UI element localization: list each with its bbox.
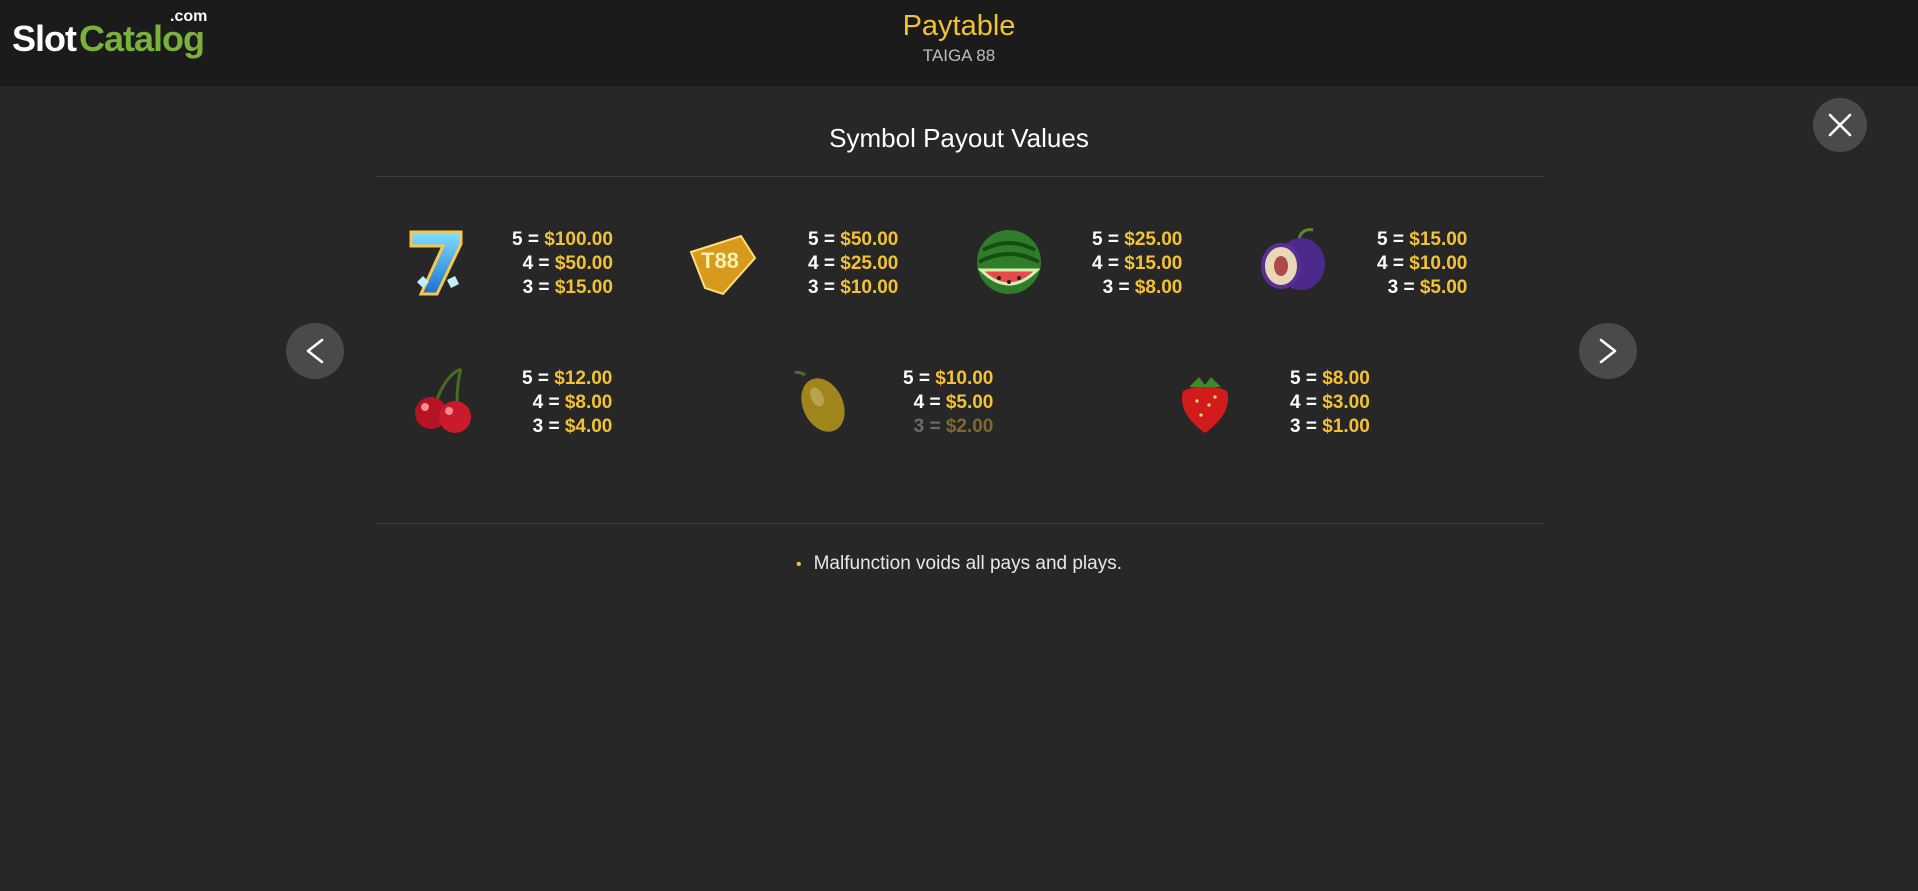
section-title: Symbol Payout Values <box>829 123 1089 153</box>
watermelon-icon <box>977 230 1041 294</box>
payout-line: 5 = $100.00 <box>512 229 613 250</box>
payout-line: 5 = $25.00 <box>1092 229 1183 250</box>
payout-line: 3 = $10.00 <box>808 277 899 298</box>
payout-line: 3 = $2.00 <box>913 416 994 437</box>
chevron-right-icon <box>1599 338 1617 364</box>
prev-page-button[interactable] <box>286 323 344 379</box>
rules-note: • Malfunction voids all pays and plays. <box>0 553 1918 575</box>
seven-icon <box>409 230 463 296</box>
payout-list: 5 = $25.00 4 = $15.00 3 = $8.00 <box>1092 228 1182 300</box>
payout-line: 4 = $15.00 <box>1092 253 1183 274</box>
symbol-gold-88: T88 5 = $50.00 4 = $25.00 3 = $10.00 <box>683 217 903 307</box>
payout-line: 4 = $50.00 <box>522 253 613 274</box>
payout-line: 5 = $8.00 <box>1290 368 1370 389</box>
payout-list: 5 = $100.00 4 = $50.00 3 = $15.00 <box>512 228 613 300</box>
divider-bottom <box>376 523 1544 524</box>
plum-icon <box>1261 228 1325 290</box>
payout-list: 5 = $50.00 4 = $25.00 3 = $10.00 <box>808 228 898 300</box>
game-name: TAIGA 88 <box>922 46 996 65</box>
symbol-seven: 5 = $100.00 4 = $50.00 3 = $15.00 <box>397 217 617 307</box>
payout-line: 3 = $4.00 <box>532 416 613 437</box>
page-title: Paytable <box>902 10 1016 42</box>
payout-line: 3 = $8.00 <box>1102 277 1183 298</box>
payout-list: 5 = $12.00 4 = $8.00 3 = $4.00 <box>522 367 612 439</box>
payout-line: 4 = $3.00 <box>1290 392 1370 413</box>
symbol-lemon: 5 = $10.00 4 = $5.00 3 = $2.00 <box>781 356 1001 446</box>
payout-line: 4 = $10.00 <box>1377 253 1468 274</box>
svg-text:T88: T88 <box>701 248 739 273</box>
payout-line: 4 = $25.00 <box>808 253 899 274</box>
payout-line: 3 = $5.00 <box>1387 277 1468 298</box>
strawberry-icon <box>1181 377 1229 433</box>
symbol-plum: 5 = $15.00 4 = $10.00 3 = $5.00 <box>1253 217 1473 307</box>
bullet-icon: • <box>796 556 802 573</box>
lemon-icon <box>794 370 845 432</box>
top-bar: Slot Catalog .com Paytable TAIGA 88 <box>0 0 1918 86</box>
gold-88-icon: T88 <box>689 234 757 296</box>
divider-top <box>376 176 1544 177</box>
payout-line: 3 = $1.00 <box>1290 416 1370 437</box>
payout-line: 3 = $15.00 <box>522 277 613 298</box>
payout-list: 5 = $15.00 4 = $10.00 3 = $5.00 <box>1377 228 1467 300</box>
payout-line: 5 = $50.00 <box>808 229 899 250</box>
payout-line: 5 = $15.00 <box>1377 229 1468 250</box>
payout-line: 5 = $12.00 <box>522 368 613 389</box>
symbol-watermelon: 5 = $25.00 4 = $15.00 3 = $8.00 <box>969 217 1189 307</box>
payout-list: 5 = $10.00 4 = $5.00 3 = $2.00 <box>903 367 993 439</box>
payout-line: 4 = $8.00 <box>532 392 613 413</box>
symbol-cherry: 5 = $12.00 4 = $8.00 3 = $4.00 <box>405 356 625 446</box>
symbol-strawberry: 5 = $8.00 4 = $3.00 3 = $1.00 <box>1165 356 1385 446</box>
payout-line: 5 = $10.00 <box>903 368 994 389</box>
note-text: Malfunction voids all pays and plays. <box>813 553 1122 574</box>
payout-line: 4 = $5.00 <box>913 392 994 413</box>
next-page-button[interactable] <box>1579 323 1637 379</box>
chevron-left-icon <box>306 338 324 364</box>
payout-list: 5 = $8.00 4 = $3.00 3 = $1.00 <box>1290 367 1370 439</box>
cherry-icon <box>415 367 471 433</box>
